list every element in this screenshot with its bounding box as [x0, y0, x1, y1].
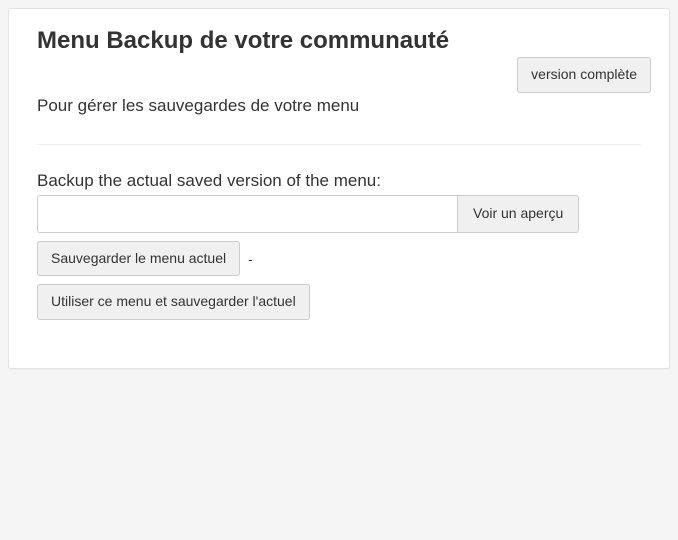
- use-menu-and-save-button[interactable]: Utiliser ce menu et sauvegarder l'actuel: [37, 284, 310, 320]
- use-row: Utiliser ce menu et sauvegarder l'actuel: [37, 284, 641, 320]
- panel-menu-backup: Menu Backup de votre communauté version …: [8, 8, 670, 369]
- backup-section-label: Backup the actual saved version of the m…: [37, 171, 641, 191]
- description-text: Pour gérer les sauvegardes de votre menu: [37, 96, 641, 116]
- save-current-menu-button[interactable]: Sauvegarder le menu actuel: [37, 241, 240, 277]
- preview-button[interactable]: Voir un aperçu: [457, 195, 579, 233]
- save-row: Sauvegarder le menu actuel -: [37, 241, 641, 277]
- backup-name-input[interactable]: [37, 195, 457, 233]
- header-row: Menu Backup de votre communauté version …: [37, 27, 641, 56]
- page-title: Menu Backup de votre communauté: [37, 27, 641, 56]
- separator-dash: -: [248, 251, 253, 267]
- divider: [37, 144, 641, 145]
- input-row: Voir un aperçu: [37, 195, 641, 233]
- version-complete-button[interactable]: version complète: [517, 57, 651, 93]
